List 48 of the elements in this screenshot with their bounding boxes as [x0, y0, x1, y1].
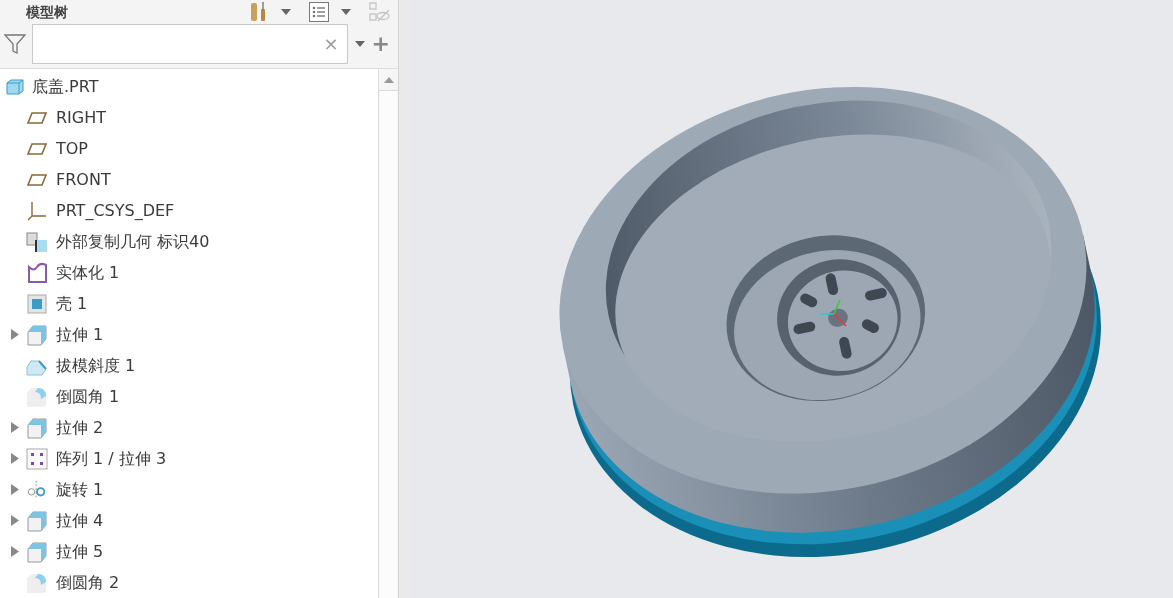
expand-arrow-icon[interactable]: [11, 329, 19, 340]
expand-arrow-icon[interactable]: [11, 546, 19, 557]
tree-item-label[interactable]: RIGHT: [56, 105, 107, 130]
solid-icon: [26, 261, 48, 284]
model-viewport[interactable]: [410, 0, 1173, 598]
tree-item-label[interactable]: 拉伸 5: [56, 539, 104, 564]
caret-icon[interactable]: [353, 40, 366, 48]
expand-arrow-icon[interactable]: [11, 484, 19, 495]
extrude-icon: [26, 323, 48, 346]
round-icon: [26, 385, 48, 408]
tree-item-label[interactable]: PRT_CSYS_DEF: [56, 198, 175, 223]
round-icon: [26, 571, 48, 594]
extrude-icon: [26, 416, 48, 439]
tree-item-label[interactable]: 拉伸 2: [56, 415, 104, 440]
filter-icon[interactable]: [4, 33, 26, 55]
tree-item-label[interactable]: 倒圆角 2: [56, 570, 120, 595]
caret-icon[interactable]: [280, 8, 292, 16]
tree-item-label[interactable]: TOP: [56, 136, 88, 161]
revolve-icon: [26, 478, 48, 501]
expand-arrow-icon[interactable]: [11, 422, 19, 433]
plane-icon: [26, 141, 48, 156]
scrollbar[interactable]: [378, 69, 398, 598]
shell-icon: [27, 293, 47, 314]
tree-item-label[interactable]: 实体化 1: [56, 260, 120, 285]
expand-arrow-icon[interactable]: [11, 515, 19, 526]
panel-title: 模型树: [26, 2, 68, 22]
tree-item-label[interactable]: 底盖.PRT: [32, 74, 99, 99]
axes-icon: [26, 199, 48, 222]
tree-item-label[interactable]: 拉伸 1: [56, 322, 104, 347]
tree-item-label[interactable]: 拔模斜度 1: [56, 353, 136, 378]
list-icon[interactable]: [308, 1, 330, 23]
tree-item-label[interactable]: 拉伸 4: [56, 508, 104, 533]
tree-item-label[interactable]: 倒圆角 1: [56, 384, 120, 409]
extrude-icon: [26, 509, 48, 532]
pattern-icon: [26, 447, 48, 470]
plane-icon: [26, 172, 48, 187]
tree-item-label[interactable]: 壳 1: [56, 291, 88, 316]
plane-icon: [26, 110, 48, 125]
expand-arrow-icon[interactable]: [11, 453, 19, 464]
extrude-icon: [26, 540, 48, 563]
copy-geometry-icon: [26, 230, 48, 253]
tree-item-label[interactable]: 旋转 1: [56, 477, 104, 502]
cube-icon: [5, 77, 25, 96]
caret-icon[interactable]: [340, 8, 352, 16]
tree-item-label[interactable]: 阵列 1 / 拉伸 3: [56, 446, 167, 471]
scroll-up-icon[interactable]: [383, 76, 394, 83]
tree-item-label[interactable]: FRONT: [56, 167, 111, 192]
tree-item-label[interactable]: 外部复制几何 标识40: [56, 229, 210, 254]
